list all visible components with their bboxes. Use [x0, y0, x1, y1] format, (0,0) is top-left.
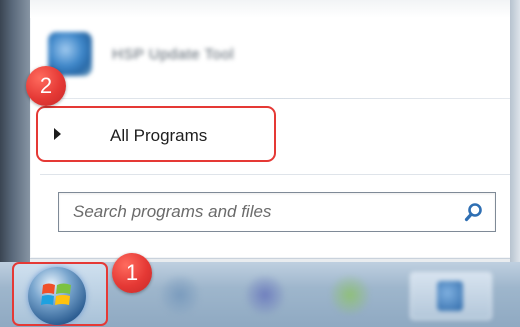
- taskbar-app-icon[interactable]: [245, 272, 285, 318]
- start-menu-frame-right: [510, 0, 520, 262]
- taskbar-app-icon[interactable]: [410, 272, 492, 320]
- program-label: HSP Update Tool: [112, 45, 235, 63]
- right-arrow-icon: [54, 128, 61, 140]
- step-badge-2: 2: [26, 66, 66, 106]
- menu-separator: [40, 98, 510, 99]
- search-icon[interactable]: [463, 201, 485, 223]
- search-input[interactable]: Search programs and files: [58, 192, 496, 232]
- program-list-item[interactable]: HSP Update Tool: [40, 26, 340, 82]
- all-programs-button[interactable]: All Programs: [36, 106, 276, 162]
- start-button[interactable]: [28, 267, 86, 325]
- start-menu-frame-left: [0, 0, 30, 262]
- all-programs-label: All Programs: [110, 126, 208, 145]
- start-menu-top: [30, 0, 515, 18]
- taskbar-app-icon[interactable]: [330, 272, 370, 318]
- taskbar-app-icon[interactable]: [160, 272, 200, 318]
- search-placeholder: Search programs and files: [73, 202, 272, 221]
- windows-logo-icon: [41, 283, 71, 305]
- menu-separator: [40, 174, 510, 175]
- step-badge-1: 1: [112, 253, 152, 293]
